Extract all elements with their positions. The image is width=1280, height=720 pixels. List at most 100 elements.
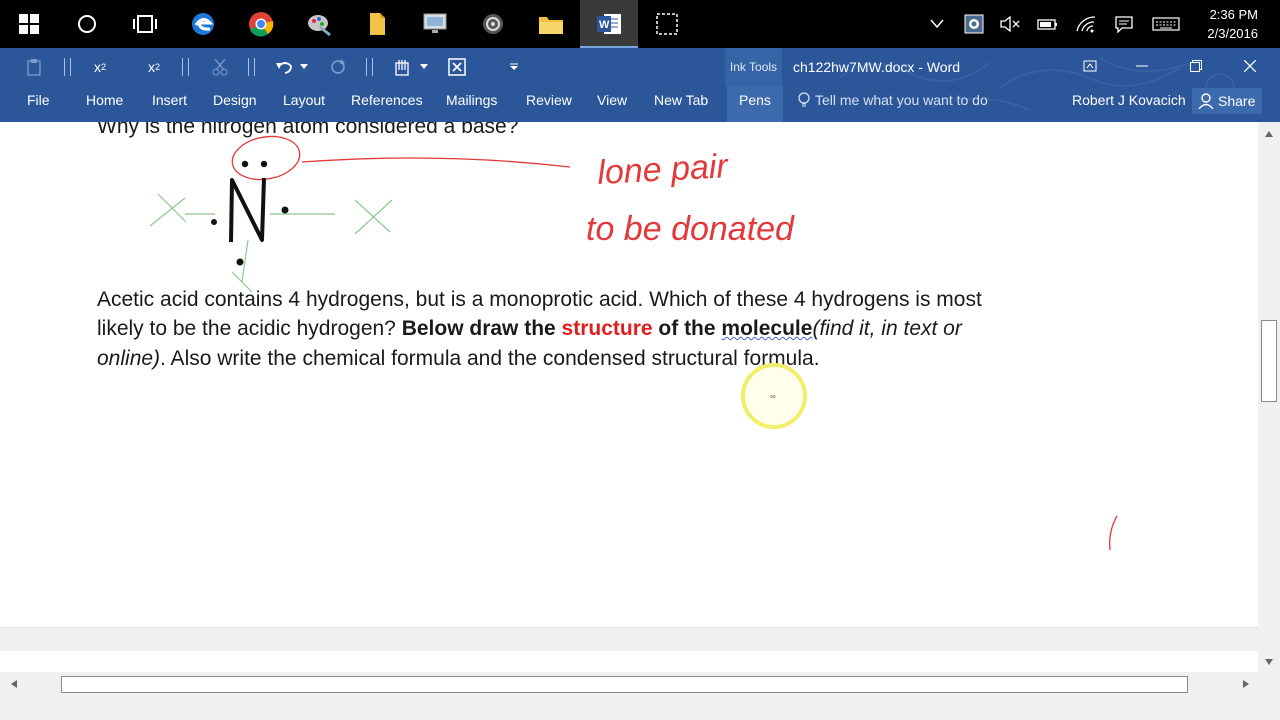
- system-clock[interactable]: 2:36 PM 2/3/2016: [1207, 5, 1258, 43]
- camera-tray-icon[interactable]: [960, 0, 988, 48]
- document-title: ch122hw7MW.docx - Word: [793, 59, 961, 75]
- ink-electron-dot: [281, 206, 289, 214]
- person-icon: [1198, 93, 1214, 110]
- paint-icon[interactable]: [290, 0, 348, 48]
- user-name[interactable]: Robert J Kovacich: [1072, 86, 1186, 114]
- clock-time: 2:36 PM: [1209, 7, 1258, 22]
- redo-icon[interactable]: [324, 48, 352, 86]
- volume-muted-icon[interactable]: [996, 0, 1024, 48]
- svg-text:W: W: [599, 19, 610, 31]
- qat-separator: [70, 58, 72, 76]
- clipboard-icon[interactable]: [20, 48, 48, 86]
- ink-handwriting-line2: to be donated: [586, 210, 795, 248]
- snipping-icon[interactable]: [638, 0, 696, 48]
- superscript-icon[interactable]: x2: [140, 48, 168, 86]
- taskbar: W 2:36 PM 2/3/2016: [0, 0, 1280, 48]
- scroll-up-arrow-icon[interactable]: [1264, 130, 1274, 138]
- svg-text:∞: ∞: [770, 392, 776, 401]
- touch-mode-dropdown-icon[interactable]: [416, 48, 432, 86]
- ink-green-stroke: [354, 199, 391, 233]
- tab-view[interactable]: View: [597, 86, 627, 122]
- tab-new-tab[interactable]: New Tab: [654, 86, 708, 122]
- text-run-italic: online): [97, 347, 161, 370]
- gear-app-icon[interactable]: [464, 0, 522, 48]
- tab-layout[interactable]: Layout: [283, 86, 325, 122]
- page-bottom: [0, 651, 1258, 671]
- tab-review[interactable]: Review: [526, 86, 572, 122]
- battery-icon[interactable]: [1034, 0, 1062, 48]
- qat-separator: [64, 58, 66, 76]
- tell-me-search[interactable]: Tell me what you want to do: [797, 86, 988, 114]
- text-run-italic: (find it, in text or: [812, 317, 962, 340]
- ribbon-display-options-icon[interactable]: [1066, 48, 1114, 84]
- ink-nitrogen-letter: [229, 177, 266, 243]
- scroll-right-arrow-icon[interactable]: [1242, 679, 1250, 689]
- document-page[interactable]: Why is the nitrogen atom considered a ba…: [0, 122, 1258, 627]
- customize-qat-icon[interactable]: [504, 48, 524, 86]
- share-label: Share: [1218, 93, 1256, 109]
- notifications-icon[interactable]: [1110, 0, 1138, 48]
- ink-electron-dot: [236, 258, 244, 266]
- chrome-icon[interactable]: [232, 0, 290, 48]
- vertical-scrollbar[interactable]: [1258, 122, 1280, 672]
- horizontal-scroll-thumb[interactable]: [61, 676, 1188, 693]
- ink-red-circle: [231, 135, 301, 181]
- ink-electron-dot: [260, 160, 268, 168]
- lightbulb-icon: [798, 92, 810, 107]
- scroll-left-arrow-icon[interactable]: [10, 679, 18, 689]
- text-run: likely to be the acidic hydrogen?: [97, 317, 402, 340]
- ink-electron-dot: [241, 160, 249, 168]
- paragraph-line-2: likely to be the acidic hydrogen? Below …: [97, 317, 962, 341]
- clock-date: 2/3/2016: [1207, 26, 1258, 41]
- tab-file[interactable]: File: [27, 86, 50, 122]
- tab-mailings[interactable]: Mailings: [446, 86, 497, 122]
- tab-design[interactable]: Design: [213, 86, 257, 122]
- undo-dropdown-icon[interactable]: [296, 48, 312, 86]
- subscript-icon[interactable]: x2: [86, 48, 114, 86]
- monitor-icon[interactable]: [406, 0, 464, 48]
- scroll-down-arrow-icon[interactable]: [1264, 658, 1274, 666]
- ink-electron-dot: [211, 219, 217, 225]
- tell-me-text: Tell me what you want to do: [815, 92, 988, 108]
- cut-icon[interactable]: [206, 48, 234, 86]
- chevron-up-icon[interactable]: [924, 0, 950, 48]
- paragraph-line-1: Acetic acid contains 4 hydrogens, but is…: [97, 288, 982, 311]
- ink-handwriting-line1: lone pair: [596, 147, 730, 192]
- ink-green-stroke: [149, 197, 186, 227]
- page-gap: [0, 627, 1258, 652]
- tab-insert[interactable]: Insert: [152, 86, 187, 122]
- ink-annotations: lone pair to be donated: [149, 135, 1118, 551]
- ribbon-tabs: File Home Insert Design Layout Reference…: [0, 86, 1280, 122]
- keyboard-icon[interactable]: [1148, 0, 1184, 48]
- minimize-icon[interactable]: [1118, 48, 1166, 84]
- cortana-circle-icon[interactable]: [58, 0, 116, 48]
- file-icon[interactable]: [348, 0, 406, 48]
- task-view-icon[interactable]: [116, 0, 174, 48]
- horizontal-scrollbar[interactable]: [0, 672, 1280, 720]
- text-run-bold-spellcheck: molecule: [721, 317, 813, 340]
- text-run: . Also write the chemical formula and th…: [160, 347, 820, 370]
- undo-icon[interactable]: [270, 48, 298, 86]
- tab-references[interactable]: References: [351, 86, 423, 122]
- close-window-icon[interactable]: [1226, 48, 1274, 84]
- tab-pens[interactable]: Pens: [727, 86, 783, 122]
- ink-red-mark: [1109, 515, 1118, 551]
- file-explorer-icon[interactable]: [522, 0, 580, 48]
- windows-start-icon[interactable]: [0, 0, 58, 48]
- edge-icon[interactable]: [174, 0, 232, 48]
- ink-tools-contextual-label: Ink Tools: [725, 48, 782, 86]
- wifi-icon[interactable]: [1072, 0, 1100, 48]
- restore-icon[interactable]: [1172, 48, 1220, 84]
- vertical-scroll-thumb[interactable]: [1261, 320, 1277, 402]
- qat-separator: [366, 58, 368, 76]
- ink-red-line: [301, 157, 571, 168]
- word-icon[interactable]: W: [580, 0, 638, 48]
- text-run-bold-red: structure: [561, 317, 653, 340]
- text-run-bold: of the: [652, 317, 722, 340]
- close-box-icon[interactable]: [444, 48, 470, 86]
- tab-home[interactable]: Home: [86, 86, 123, 122]
- qat-separator: [182, 58, 184, 76]
- share-button[interactable]: Share: [1192, 88, 1262, 114]
- touch-mode-icon[interactable]: [388, 48, 416, 86]
- qat-separator: [372, 58, 374, 76]
